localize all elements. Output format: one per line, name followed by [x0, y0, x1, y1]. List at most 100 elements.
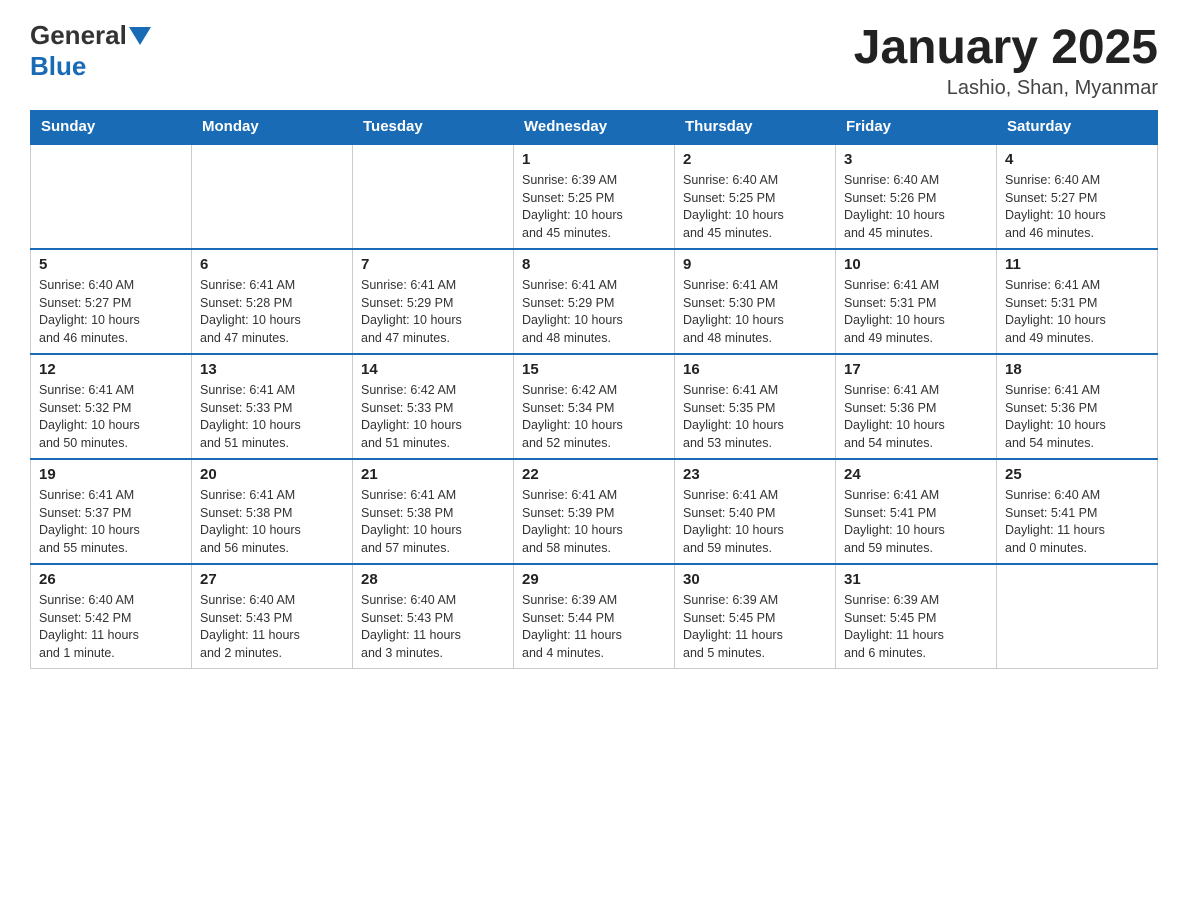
calendar-cell: [353, 144, 514, 249]
calendar-cell: 19 Sunrise: 6:41 AMSunset: 5:37 PMDayligh…: [31, 459, 192, 564]
calendar-cell: 5 Sunrise: 6:40 AMSunset: 5:27 PMDaylight…: [31, 249, 192, 354]
calendar-cell: 9 Sunrise: 6:41 AMSunset: 5:30 PMDaylight…: [675, 249, 836, 354]
calendar-week-row: 1Sunrise: 6:39 AMSunset: 5:25 PMDaylight…: [31, 144, 1158, 249]
day-info: Sunrise: 6:41 AMSunset: 5:39 PMDaylight:…: [522, 487, 666, 557]
calendar-cell: 29 Sunrise: 6:39 AMSunset: 5:44 PMDayligh…: [514, 564, 675, 669]
calendar-cell: 4 Sunrise: 6:40 AMSunset: 5:27 PMDaylight…: [997, 144, 1158, 249]
calendar-cell: 21 Sunrise: 6:41 AMSunset: 5:38 PMDayligh…: [353, 459, 514, 564]
calendar-cell: 17 Sunrise: 6:41 AMSunset: 5:36 PMDayligh…: [836, 354, 997, 459]
column-header-thursday: Thursday: [675, 110, 836, 144]
calendar-cell: 22 Sunrise: 6:41 AMSunset: 5:39 PMDayligh…: [514, 459, 675, 564]
day-number: 12: [39, 361, 183, 378]
day-number: 23: [683, 466, 827, 483]
day-info: Sunrise: 6:41 AMSunset: 5:37 PMDaylight:…: [39, 487, 183, 557]
calendar-header-row: SundayMondayTuesdayWednesdayThursdayFrid…: [31, 110, 1158, 144]
column-header-tuesday: Tuesday: [353, 110, 514, 144]
calendar-cell: 10 Sunrise: 6:41 AMSunset: 5:31 PMDayligh…: [836, 249, 997, 354]
calendar-cell: 28Sunrise: 6:40 AMSunset: 5:43 PMDayligh…: [353, 564, 514, 669]
day-number: 17: [844, 361, 988, 378]
calendar-cell: 14 Sunrise: 6:42 AMSunset: 5:33 PMDayligh…: [353, 354, 514, 459]
day-number: 5: [39, 256, 183, 273]
calendar-cell: 6Sunrise: 6:41 AMSunset: 5:28 PMDaylight…: [192, 249, 353, 354]
day-number: 19: [39, 466, 183, 483]
day-info: Sunrise: 6:41 AMSunset: 5:31 PMDaylight:…: [1005, 277, 1149, 347]
calendar-cell: 31Sunrise: 6:39 AMSunset: 5:45 PMDayligh…: [836, 564, 997, 669]
day-number: 18: [1005, 361, 1149, 378]
day-number: 3: [844, 151, 988, 168]
day-number: 24: [844, 466, 988, 483]
day-info: Sunrise: 6:41 AMSunset: 5:30 PMDaylight:…: [683, 277, 827, 347]
day-info: Sunrise: 6:41 AMSunset: 5:38 PMDaylight:…: [200, 487, 344, 557]
day-info: Sunrise: 6:42 AMSunset: 5:33 PMDaylight:…: [361, 382, 505, 452]
day-number: 4: [1005, 151, 1149, 168]
calendar-cell: 23 Sunrise: 6:41 AMSunset: 5:40 PMDayligh…: [675, 459, 836, 564]
day-number: 27: [200, 571, 344, 588]
day-number: 22: [522, 466, 666, 483]
calendar-cell: 1Sunrise: 6:39 AMSunset: 5:25 PMDaylight…: [514, 144, 675, 249]
day-info: Sunrise: 6:39 AMSunset: 5:44 PMDaylight:…: [522, 592, 666, 662]
calendar-table: SundayMondayTuesdayWednesdayThursdayFrid…: [30, 110, 1158, 669]
day-info: Sunrise: 6:40 AMSunset: 5:42 PMDaylight:…: [39, 592, 183, 662]
logo: General Blue: [30, 20, 151, 82]
day-info: Sunrise: 6:41 AMSunset: 5:36 PMDaylight:…: [844, 382, 988, 452]
day-info: Sunrise: 6:40 AMSunset: 5:41 PMDaylight:…: [1005, 487, 1149, 557]
day-number: 2: [683, 151, 827, 168]
calendar-cell: 2Sunrise: 6:40 AMSunset: 5:25 PMDaylight…: [675, 144, 836, 249]
day-number: 29: [522, 571, 666, 588]
calendar-week-row: 19 Sunrise: 6:41 AMSunset: 5:37 PMDayligh…: [31, 459, 1158, 564]
day-info: Sunrise: 6:41 AMSunset: 5:28 PMDaylight:…: [200, 277, 344, 347]
day-info: Sunrise: 6:40 AMSunset: 5:26 PMDaylight:…: [844, 172, 988, 242]
calendar-cell: [997, 564, 1158, 669]
day-info: Sunrise: 6:40 AMSunset: 5:43 PMDaylight:…: [200, 592, 344, 662]
calendar-cell: 30 Sunrise: 6:39 AMSunset: 5:45 PMDayligh…: [675, 564, 836, 669]
day-info: Sunrise: 6:41 AMSunset: 5:29 PMDaylight:…: [361, 277, 505, 347]
day-number: 10: [844, 256, 988, 273]
day-number: 7: [361, 256, 505, 273]
day-info: Sunrise: 6:41 AMSunset: 5:32 PMDaylight:…: [39, 382, 183, 452]
column-header-monday: Monday: [192, 110, 353, 144]
calendar-week-row: 5 Sunrise: 6:40 AMSunset: 5:27 PMDaylight…: [31, 249, 1158, 354]
page-header: General Blue January 2025 Lashio, Shan, …: [30, 20, 1158, 100]
day-number: 21: [361, 466, 505, 483]
day-info: Sunrise: 6:41 AMSunset: 5:35 PMDaylight:…: [683, 382, 827, 452]
day-number: 11: [1005, 256, 1149, 273]
calendar-cell: 12 Sunrise: 6:41 AMSunset: 5:32 PMDayligh…: [31, 354, 192, 459]
column-header-sunday: Sunday: [31, 110, 192, 144]
day-number: 9: [683, 256, 827, 273]
calendar-cell: 16 Sunrise: 6:41 AMSunset: 5:35 PMDayligh…: [675, 354, 836, 459]
column-header-friday: Friday: [836, 110, 997, 144]
calendar-cell: 8 Sunrise: 6:41 AMSunset: 5:29 PMDaylight…: [514, 249, 675, 354]
calendar-cell: 7 Sunrise: 6:41 AMSunset: 5:29 PMDaylight…: [353, 249, 514, 354]
calendar-cell: 15Sunrise: 6:42 AMSunset: 5:34 PMDayligh…: [514, 354, 675, 459]
calendar-cell: 26Sunrise: 6:40 AMSunset: 5:42 PMDayligh…: [31, 564, 192, 669]
day-info: Sunrise: 6:41 AMSunset: 5:31 PMDaylight:…: [844, 277, 988, 347]
day-info: Sunrise: 6:41 AMSunset: 5:33 PMDaylight:…: [200, 382, 344, 452]
day-info: Sunrise: 6:40 AMSunset: 5:27 PMDaylight:…: [1005, 172, 1149, 242]
day-info: Sunrise: 6:42 AMSunset: 5:34 PMDaylight:…: [522, 382, 666, 452]
day-number: 8: [522, 256, 666, 273]
day-info: Sunrise: 6:39 AMSunset: 5:45 PMDaylight:…: [844, 592, 988, 662]
column-header-saturday: Saturday: [997, 110, 1158, 144]
day-info: Sunrise: 6:40 AMSunset: 5:27 PMDaylight:…: [39, 277, 183, 347]
calendar-cell: 24Sunrise: 6:41 AMSunset: 5:41 PMDayligh…: [836, 459, 997, 564]
day-number: 28: [361, 571, 505, 588]
day-info: Sunrise: 6:39 AMSunset: 5:45 PMDaylight:…: [683, 592, 827, 662]
day-number: 30: [683, 571, 827, 588]
calendar-cell: 11 Sunrise: 6:41 AMSunset: 5:31 PMDayligh…: [997, 249, 1158, 354]
day-number: 25: [1005, 466, 1149, 483]
day-number: 16: [683, 361, 827, 378]
column-header-wednesday: Wednesday: [514, 110, 675, 144]
calendar-cell: [31, 144, 192, 249]
calendar-cell: 18Sunrise: 6:41 AMSunset: 5:36 PMDayligh…: [997, 354, 1158, 459]
day-info: Sunrise: 6:41 AMSunset: 5:40 PMDaylight:…: [683, 487, 827, 557]
day-number: 14: [361, 361, 505, 378]
day-info: Sunrise: 6:41 AMSunset: 5:29 PMDaylight:…: [522, 277, 666, 347]
logo-text-general: General: [30, 20, 127, 51]
logo-text-blue: Blue: [30, 51, 86, 81]
day-info: Sunrise: 6:39 AMSunset: 5:25 PMDaylight:…: [522, 172, 666, 242]
day-info: Sunrise: 6:41 AMSunset: 5:38 PMDaylight:…: [361, 487, 505, 557]
calendar-cell: 25 Sunrise: 6:40 AMSunset: 5:41 PMDayligh…: [997, 459, 1158, 564]
title-block: January 2025 Lashio, Shan, Myanmar: [854, 20, 1158, 100]
logo-arrow-icon: [129, 27, 151, 47]
day-number: 13: [200, 361, 344, 378]
